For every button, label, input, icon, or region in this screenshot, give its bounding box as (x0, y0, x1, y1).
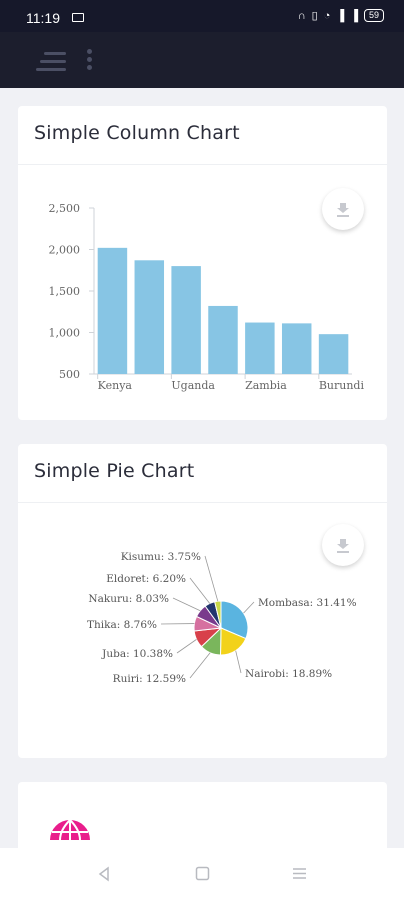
pie-leader-line (235, 650, 242, 674)
pie-label: Ruiri: 12.59% (113, 673, 186, 685)
status-icons: ∩ ▯ ◔ ▐ ▐ 59 (298, 9, 384, 22)
y-tick-label: 1,500 (49, 285, 81, 298)
pie-label: Nairobi: 18.89% (245, 668, 332, 680)
pie-label: Mombasa: 31.41% (258, 597, 357, 609)
bar (208, 305, 238, 374)
card-divider (18, 502, 387, 503)
pie-chart-card: Simple Pie Chart Mombasa: 31.41% Nairobi:… (18, 444, 387, 758)
status-bar: 11:19 ∩ ▯ ◔ ▐ ▐ 59 (0, 0, 404, 32)
bar (318, 334, 349, 374)
card-divider (18, 164, 387, 165)
y-tick-label: 2,000 (49, 244, 81, 257)
pie-leader-line (176, 639, 197, 654)
signal-icon: ▐ (336, 9, 345, 22)
pie-label: Juba: 10.38% (101, 648, 173, 660)
bar (134, 260, 165, 374)
column-chart-card: Simple Column Chart 2,500 2,000 1,500 1,000… (18, 106, 387, 420)
system-nav-bar (0, 848, 404, 900)
x-tick-label: Uganda (171, 379, 215, 392)
x-tick-label: Burundi (319, 379, 365, 392)
pie-chart: Mombasa: 31.41% Nairobi: 18.89% Ruiri: 12.… (87, 551, 357, 685)
home-icon[interactable] (195, 866, 210, 881)
pie-label: Nakuru: 8.03% (88, 593, 169, 605)
column-chart: 2,500 2,000 1,500 1,000 500 Kenya Uganda Zambia… (49, 202, 365, 392)
pie-label: Eldoret: 6.20% (106, 573, 186, 585)
pie-leader-line (204, 555, 219, 602)
pie-leader-line (189, 652, 211, 679)
vibrate-icon: ▯ (311, 10, 318, 22)
status-time: 11:19 (26, 10, 60, 26)
x-tick-label: Zambia (245, 379, 287, 392)
recents-icon[interactable] (292, 866, 307, 881)
screen-cast-icon (72, 13, 84, 22)
wifi-icon: ◔ (323, 9, 331, 22)
pie-label: Thika: 8.76% (87, 619, 157, 631)
battery-icon: 59 (363, 9, 384, 22)
pie-leader-line (172, 597, 201, 612)
y-tick-label: 500 (59, 368, 80, 381)
pie-leader-line (189, 577, 211, 604)
menu-icon[interactable] (36, 52, 66, 72)
x-tick-label: Kenya (98, 379, 133, 392)
pie-label: Kisumu: 3.75% (121, 551, 201, 563)
bar (245, 322, 275, 374)
back-icon[interactable] (96, 866, 112, 882)
bar (97, 247, 128, 374)
pie-leader-line (243, 601, 255, 614)
card-title: Simple Pie Chart (34, 460, 195, 482)
more-vert-icon[interactable] (86, 49, 94, 71)
y-tick-label: 1,000 (49, 327, 81, 340)
signal-icon: ▐ (350, 9, 358, 22)
app-header (0, 32, 404, 88)
headphones-icon: ∩ (297, 9, 306, 22)
bar (281, 323, 312, 374)
y-tick-label: 2,500 (49, 202, 81, 215)
card-title: Simple Column Chart (34, 122, 240, 144)
bar (171, 266, 201, 374)
